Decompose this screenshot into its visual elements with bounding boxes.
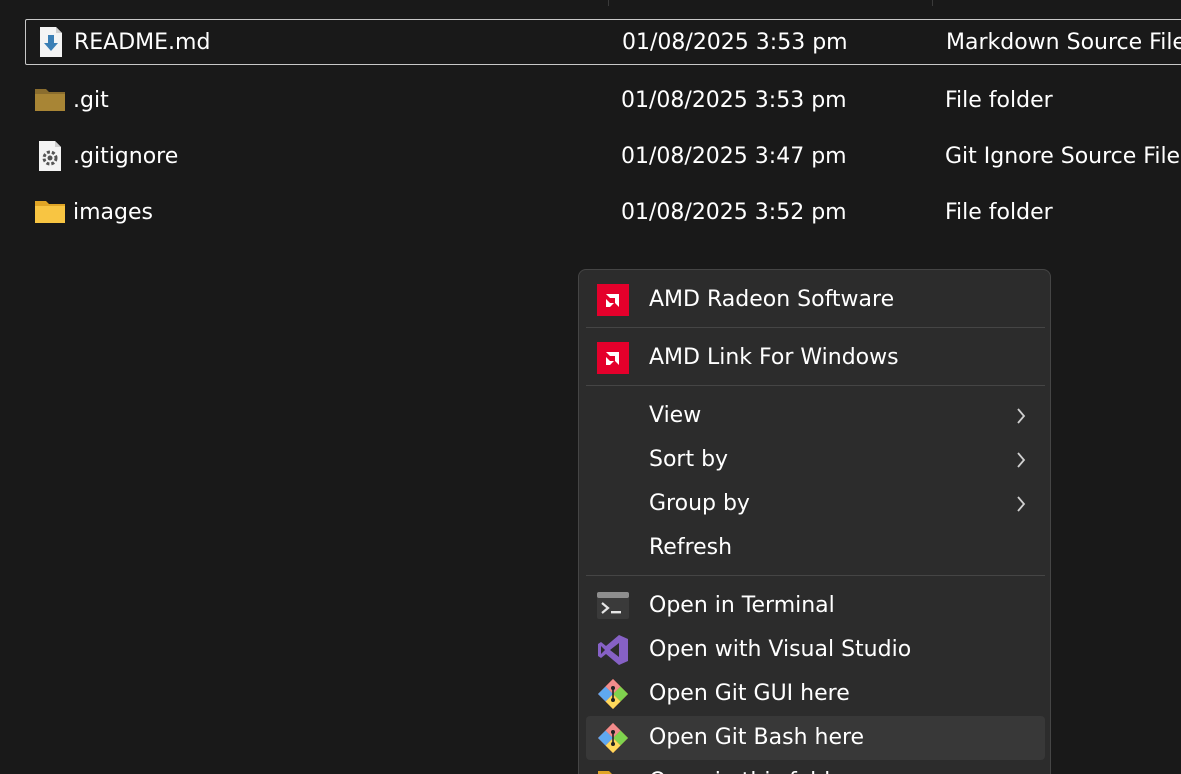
folder-icon xyxy=(35,201,65,223)
file-name[interactable]: .gitignore xyxy=(73,134,178,180)
menu-label: Open Git GUI here xyxy=(649,681,850,706)
chevron-right-icon xyxy=(1017,408,1026,424)
column-divider[interactable] xyxy=(608,0,609,6)
menu-item-open-visual-studio[interactable]: Open with Visual Studio xyxy=(586,628,1045,672)
menu-label: Open Git Bash here xyxy=(649,725,865,750)
file-date: 01/08/2025 3:53 pm xyxy=(622,30,848,55)
folder-icon xyxy=(598,771,628,774)
menu-item-amd-radeon[interactable]: AMD Radeon Software xyxy=(586,278,1045,322)
file-type: File folder xyxy=(945,200,1053,225)
markdown-file-icon xyxy=(40,27,62,57)
column-divider[interactable] xyxy=(932,0,933,6)
menu-label: AMD Radeon Software xyxy=(649,287,895,312)
menu-label: Open in this folder xyxy=(649,760,853,774)
menu-separator xyxy=(586,575,1045,576)
amd-icon xyxy=(597,284,629,316)
menu-label: Open with Visual Studio xyxy=(649,637,912,662)
file-name[interactable]: .git xyxy=(73,78,109,124)
file-date: 01/08/2025 3:53 pm xyxy=(621,88,847,113)
settings-file-icon xyxy=(39,141,61,171)
file-row-images[interactable]: images 01/08/2025 3:52 pm File folder xyxy=(25,190,1181,236)
menu-item-sort-by[interactable]: Sort by xyxy=(586,438,1045,482)
menu-item-open-terminal[interactable]: Open in Terminal xyxy=(586,584,1045,628)
menu-item-amd-link[interactable]: AMD Link For Windows xyxy=(586,336,1045,380)
file-row-git[interactable]: .git 01/08/2025 3:53 pm File folder xyxy=(25,78,1181,124)
file-row-readme[interactable]: README.md 01/08/2025 3:53 pm Markdown So… xyxy=(25,19,1181,65)
file-name[interactable]: images xyxy=(73,190,153,236)
file-explorer: README.md 01/08/2025 3:53 pm Markdown So… xyxy=(0,0,1181,774)
chevron-right-icon xyxy=(1017,452,1026,468)
menu-label: Open in Terminal xyxy=(649,593,835,618)
menu-label: Group by xyxy=(649,491,750,516)
file-type: Git Ignore Source File xyxy=(945,144,1181,169)
chevron-right-icon xyxy=(1017,496,1026,512)
menu-item-refresh[interactable]: Refresh xyxy=(586,526,1045,570)
folder-dark-icon xyxy=(35,89,65,111)
menu-label: Sort by xyxy=(649,447,729,472)
menu-separator xyxy=(586,385,1045,386)
file-date: 01/08/2025 3:47 pm xyxy=(621,144,847,169)
terminal-icon xyxy=(597,592,629,619)
file-row-gitignore[interactable]: .gitignore 01/08/2025 3:47 pm Git Ignore… xyxy=(25,134,1181,180)
menu-item-open-in-folder[interactable]: Open in this folder xyxy=(586,760,1045,774)
menu-label: Refresh xyxy=(649,535,733,560)
menu-label: View xyxy=(649,403,702,428)
menu-item-view[interactable]: View xyxy=(586,394,1045,438)
menu-label: AMD Link For Windows xyxy=(649,345,899,370)
menu-item-group-by[interactable]: Group by xyxy=(586,482,1045,526)
menu-item-open-git-bash[interactable]: Open Git Bash here xyxy=(586,716,1045,760)
amd-icon xyxy=(597,342,629,374)
git-bash-icon xyxy=(598,723,628,753)
file-type: Markdown Source File xyxy=(946,30,1181,55)
file-name[interactable]: README.md xyxy=(74,20,210,66)
visual-studio-icon xyxy=(598,635,628,665)
git-gui-icon xyxy=(598,679,628,709)
menu-separator xyxy=(586,327,1045,328)
menu-item-open-git-gui[interactable]: Open Git GUI here xyxy=(586,672,1045,716)
file-date: 01/08/2025 3:52 pm xyxy=(621,200,847,225)
context-menu: AMD Radeon Software AMD Link For Windows… xyxy=(578,269,1051,774)
file-type: File folder xyxy=(945,88,1053,113)
